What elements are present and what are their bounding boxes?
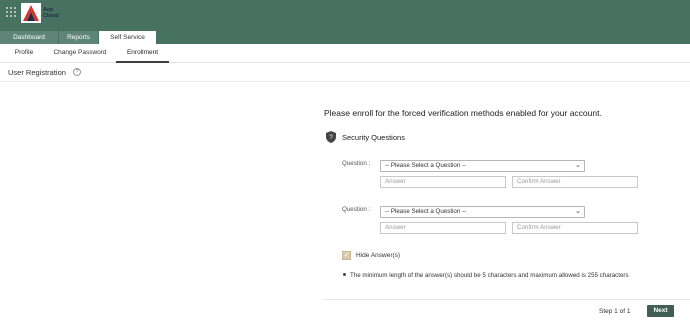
tab-dashboard[interactable]: Dashboard — [0, 31, 59, 44]
security-questions-title: Security Questions — [342, 133, 405, 142]
question-2-selected: -- Please Select a Question -- — [385, 208, 467, 215]
hide-answers-checkbox[interactable]: ✓ — [342, 251, 351, 260]
subtab-enrollment[interactable]: Enrollment — [116, 44, 169, 63]
sub-nav: Profile Change Password Enrollment — [0, 44, 690, 63]
question-1-select[interactable]: -- Please Select a Question -- ⌄ — [380, 160, 585, 172]
ace-logo-icon — [21, 3, 41, 23]
answer-length-note: The minimum length of the answer(s) shou… — [350, 272, 629, 279]
app-grid-icon[interactable] — [6, 7, 18, 19]
chevron-down-icon: ⌄ — [575, 162, 581, 169]
question-1-selected: -- Please Select a Question -- — [385, 162, 467, 169]
confirm-answer-2-input[interactable]: Confirm Answer — [512, 222, 638, 234]
question-2-select[interactable]: -- Please Select a Question -- ⌄ — [380, 206, 585, 218]
tab-self-service[interactable]: Self Service — [99, 31, 157, 44]
step-indicator: Step 1 of 1 — [599, 308, 631, 315]
footer-divider — [324, 299, 690, 300]
brand-name: Ace Cloud — [43, 7, 59, 19]
shield-icon: ? — [326, 131, 336, 143]
chevron-down-icon: ⌄ — [575, 208, 581, 215]
brand-line-2: Cloud — [43, 13, 59, 19]
subtab-change-password[interactable]: Change Password — [50, 44, 110, 63]
confirm-answer-1-input[interactable]: Confirm Answer — [512, 176, 638, 188]
hide-answers-label: Hide Answer(s) — [356, 252, 401, 259]
subtab-profile[interactable]: Profile — [8, 44, 40, 63]
brand-logo[interactable]: Ace Cloud — [21, 3, 63, 23]
divider — [0, 81, 690, 82]
next-button[interactable]: Next — [647, 305, 674, 317]
top-header: Ace Cloud Dashboard Reports Self Service — [0, 0, 690, 44]
enroll-heading: Please enroll for the forced verificatio… — [324, 108, 602, 118]
tab-reports[interactable]: Reports — [59, 31, 99, 44]
page-title: User Registration — [8, 68, 66, 77]
question-2-label: Question : — [342, 206, 371, 213]
main-nav: Dashboard Reports Self Service — [0, 31, 157, 44]
question-1-label: Question : — [342, 160, 371, 167]
answer-2-input[interactable]: Answer — [380, 222, 506, 234]
help-icon[interactable]: ? — [73, 68, 81, 76]
note-bullet — [343, 273, 346, 276]
answer-1-input[interactable]: Answer — [380, 176, 506, 188]
